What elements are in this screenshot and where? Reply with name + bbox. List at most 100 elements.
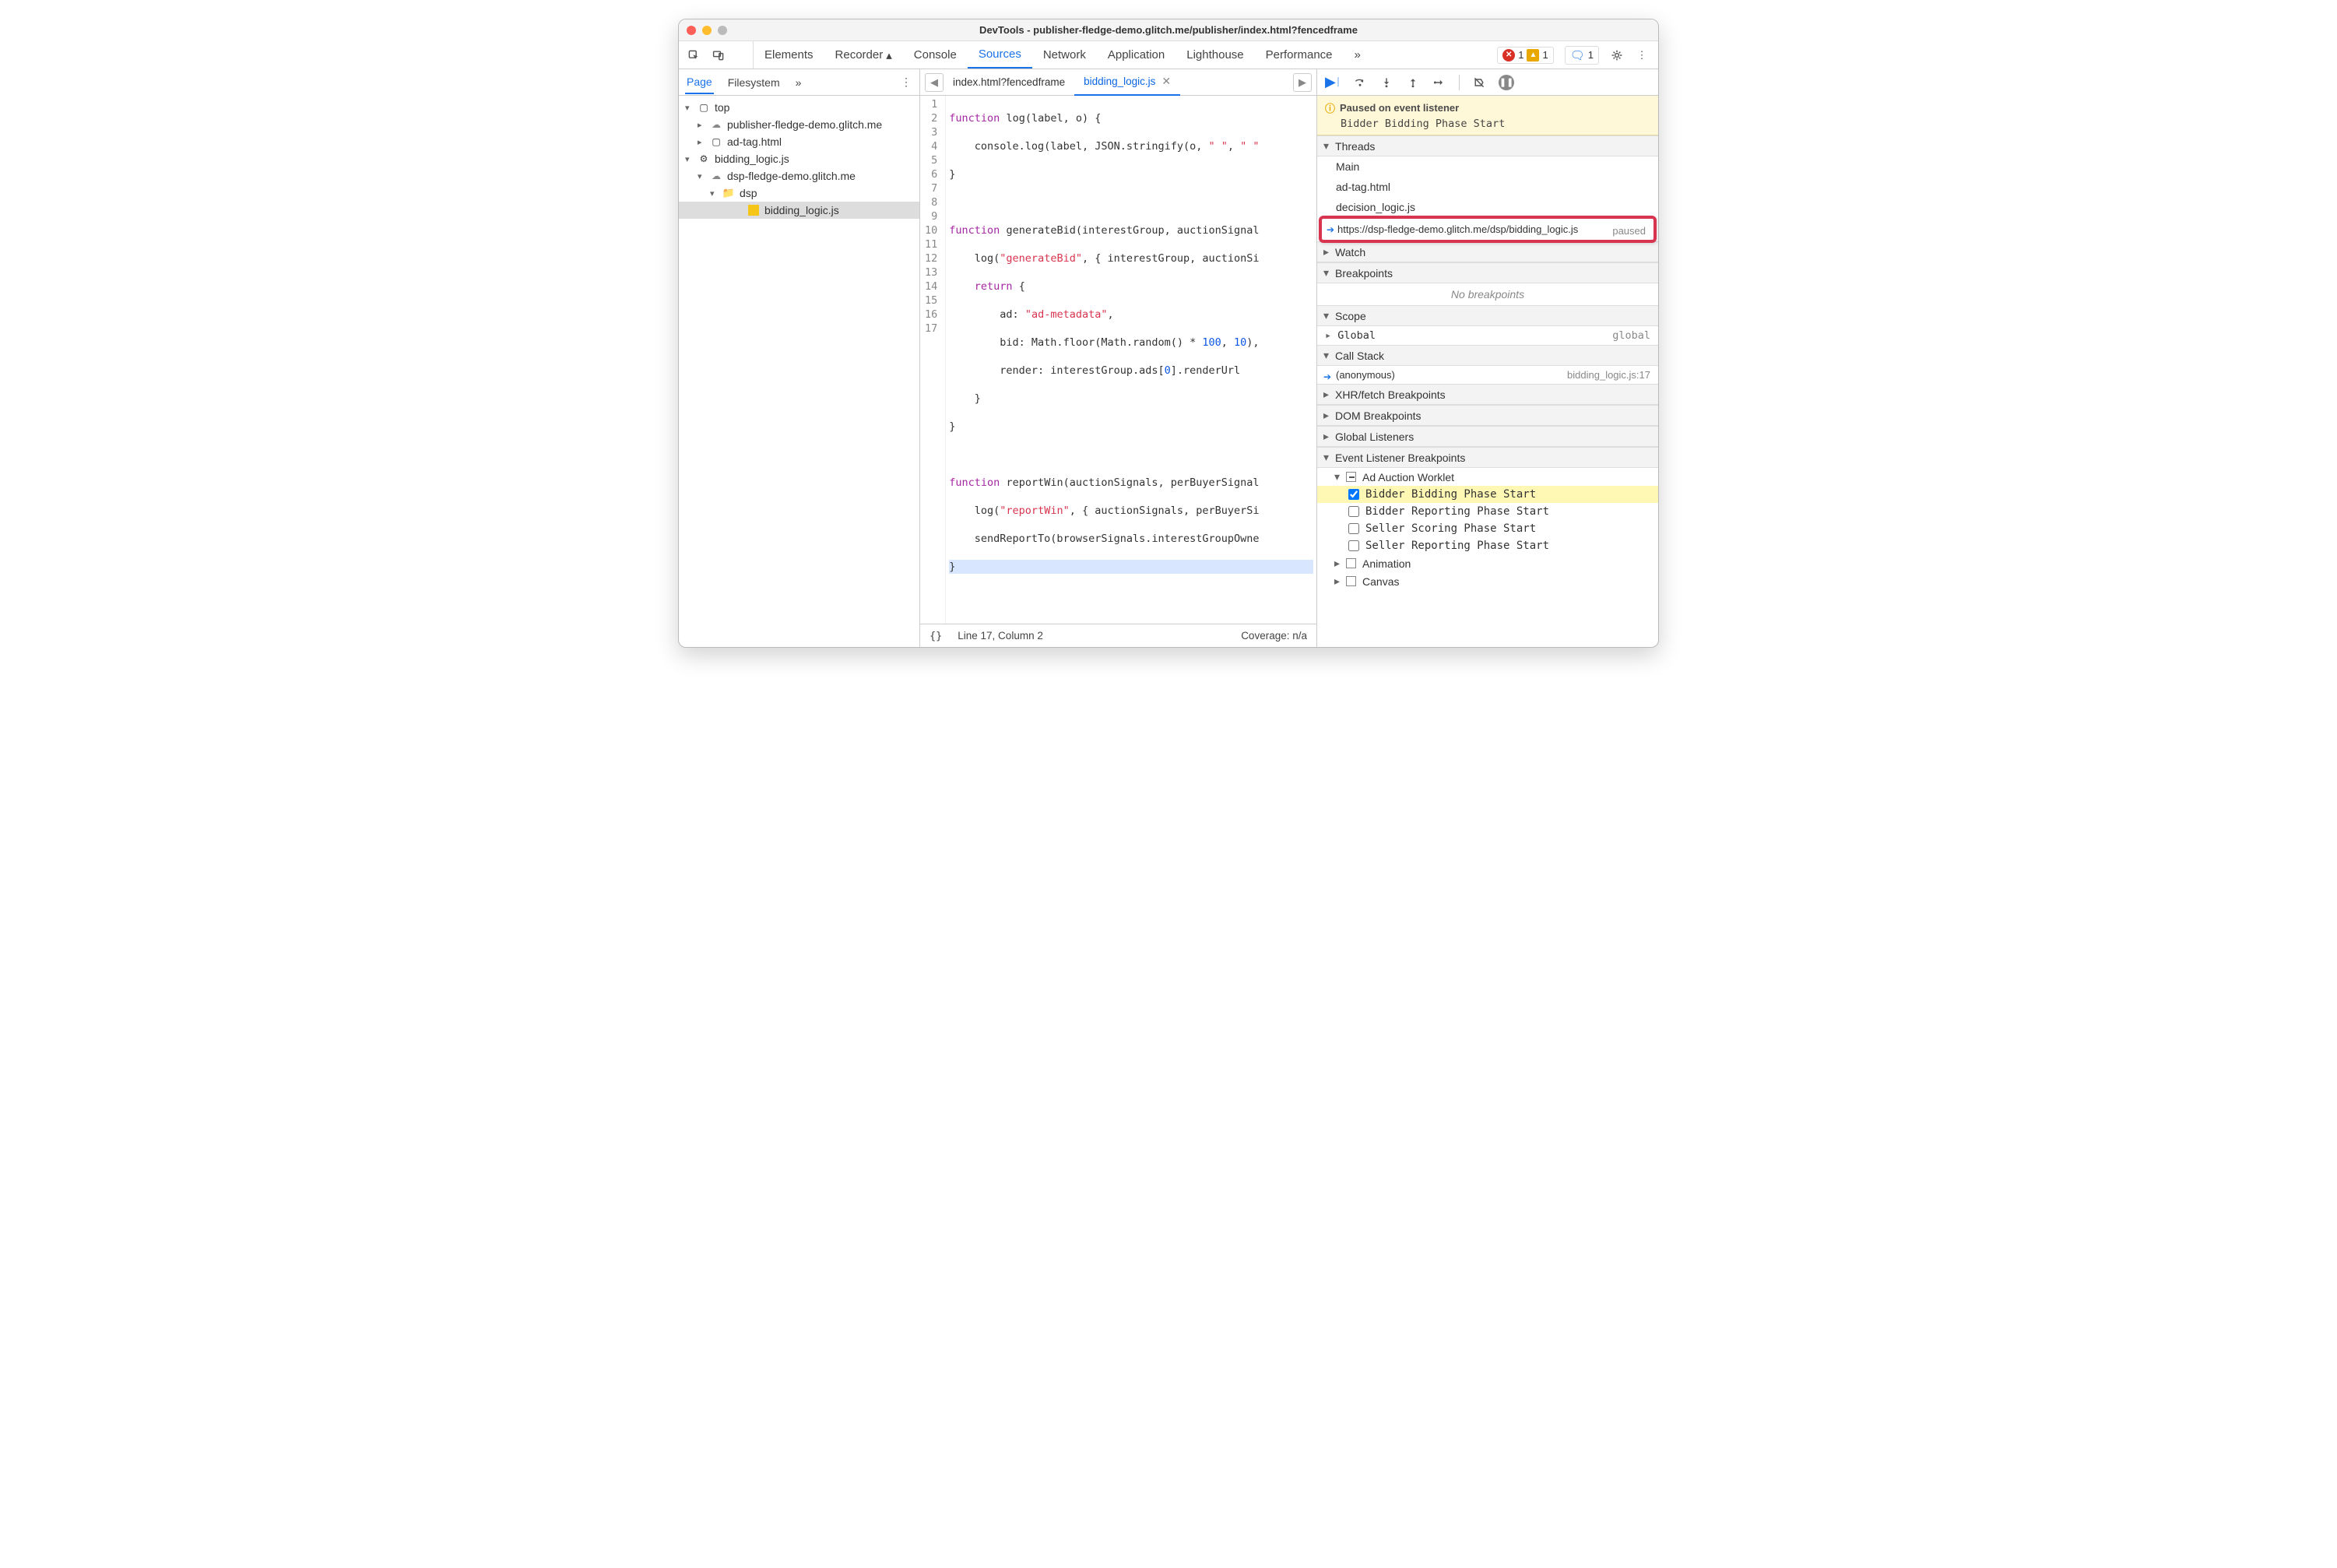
evcat-animation[interactable]: ▸Animation bbox=[1317, 554, 1658, 572]
messages-badge[interactable]: 🗨1 bbox=[1565, 46, 1599, 65]
issues-badge[interactable]: ✕1 ▲1 bbox=[1497, 47, 1553, 64]
main-toolbar: Elements Recorder ▴ Console Sources Netw… bbox=[679, 41, 1658, 69]
pretty-print-icon[interactable]: {} bbox=[930, 630, 942, 642]
js-file-icon bbox=[747, 204, 760, 216]
info-icon: ⓘ bbox=[1325, 100, 1335, 115]
tree-folder-dsp[interactable]: ▾📁dsp bbox=[679, 185, 919, 202]
thread-bidding-active[interactable]: ➔ https://dsp-fledge-demo.glitch.me/dsp/… bbox=[1319, 216, 1657, 243]
warning-icon: ▲ bbox=[1527, 49, 1539, 62]
window-controls bbox=[687, 26, 727, 35]
tab-recorder[interactable]: Recorder ▴ bbox=[824, 41, 903, 69]
tree-top[interactable]: ▾▢top bbox=[679, 99, 919, 116]
code-editor[interactable]: 1234567891011121314151617 function log(l… bbox=[920, 96, 1316, 624]
nav-next-icon[interactable]: ▶ bbox=[1294, 74, 1311, 91]
editor-tab-bidding[interactable]: bidding_logic.js✕ bbox=[1074, 69, 1180, 96]
tab-console[interactable]: Console bbox=[903, 41, 968, 69]
frame-icon: ▢ bbox=[698, 101, 710, 114]
section-xhr[interactable]: XHR/fetch Breakpoints bbox=[1317, 384, 1658, 405]
tree-file-bidding[interactable]: bidding_logic.js bbox=[679, 202, 919, 219]
file-tree: ▾▢top ▸☁publisher-fledge-demo.glitch.me … bbox=[679, 96, 919, 647]
editor-nav-next: ▶ bbox=[1293, 73, 1312, 92]
scope-global[interactable]: ▸ Global global bbox=[1317, 326, 1658, 345]
ev-bidder-bidding-start[interactable]: Bidder Bidding Phase Start bbox=[1317, 486, 1658, 503]
section-breakpoints[interactable]: Breakpoints bbox=[1317, 262, 1658, 283]
debugger-panel: ▶⏐ ❚❚ ⓘPaused on event listener Bidder B… bbox=[1317, 69, 1658, 647]
callstack-frame[interactable]: ➔ (anonymous) bidding_logic.js:17 bbox=[1317, 366, 1658, 384]
cloud-icon: ☁ bbox=[710, 118, 722, 131]
tree-worklet[interactable]: ▾⚙bidding_logic.js bbox=[679, 150, 919, 167]
tab-performance[interactable]: Performance bbox=[1255, 41, 1344, 69]
ev-seller-scoring-start[interactable]: Seller Scoring Phase Start bbox=[1317, 520, 1658, 537]
ev-bidder-reporting-start[interactable]: Bidder Reporting Phase Start bbox=[1317, 503, 1658, 520]
close-tab-icon[interactable]: ✕ bbox=[1161, 75, 1171, 88]
section-watch[interactable]: Watch bbox=[1317, 241, 1658, 262]
checkbox[interactable] bbox=[1348, 489, 1359, 500]
tab-sources[interactable]: Sources bbox=[968, 41, 1032, 69]
ev-seller-reporting-start[interactable]: Seller Reporting Phase Start bbox=[1317, 537, 1658, 554]
evcat-canvas[interactable]: ▸Canvas bbox=[1317, 572, 1658, 590]
cloud-icon: ☁ bbox=[710, 170, 722, 182]
current-frame-icon: ➔ bbox=[1323, 371, 1331, 382]
line-gutter: 1234567891011121314151617 bbox=[920, 96, 946, 624]
step-out-icon[interactable] bbox=[1406, 76, 1420, 90]
checkbox[interactable] bbox=[1348, 540, 1359, 551]
pause-detail: Bidder Bidding Phase Start bbox=[1325, 118, 1650, 130]
settings-icon[interactable] bbox=[1610, 48, 1624, 62]
inspect-icon[interactable] bbox=[687, 48, 701, 62]
tab-network[interactable]: Network bbox=[1032, 41, 1097, 69]
section-global[interactable]: Global Listeners bbox=[1317, 426, 1658, 447]
body-split: Page Filesystem » ⋮ ▾▢top ▸☁publisher-fl… bbox=[679, 69, 1658, 647]
tree-origin-publisher[interactable]: ▸☁publisher-fledge-demo.glitch.me bbox=[679, 116, 919, 133]
section-scope[interactable]: Scope bbox=[1317, 305, 1658, 326]
zoom-icon[interactable] bbox=[718, 26, 727, 35]
kebab-icon[interactable]: ⋮ bbox=[1635, 48, 1649, 62]
current-thread-icon: ➔ bbox=[1327, 224, 1334, 235]
device-icon[interactable] bbox=[712, 48, 726, 62]
step-into-icon[interactable] bbox=[1379, 76, 1393, 90]
section-event-listener-bp[interactable]: Event Listener Breakpoints bbox=[1317, 447, 1658, 468]
coverage-status: Coverage: n/a bbox=[1241, 630, 1307, 642]
frame-icon: ▢ bbox=[710, 135, 722, 148]
step-icon[interactable] bbox=[1432, 76, 1446, 90]
deactivate-breakpoints-icon[interactable] bbox=[1472, 76, 1486, 90]
cursor-location: Line 17, Column 2 bbox=[958, 630, 1043, 642]
evcat-ad-auction[interactable]: ▾Ad Auction Worklet bbox=[1317, 468, 1658, 486]
tab-application[interactable]: Application bbox=[1097, 41, 1176, 69]
nav-prev-icon[interactable]: ◀ bbox=[926, 74, 943, 91]
step-over-icon[interactable] bbox=[1353, 76, 1367, 90]
checkbox[interactable] bbox=[1348, 523, 1359, 534]
nav-tab-page[interactable]: Page bbox=[685, 71, 714, 94]
editor-nav-buttons: ◀ bbox=[925, 73, 944, 92]
section-callstack[interactable]: Call Stack bbox=[1317, 345, 1658, 366]
navigator-tabs: Page Filesystem » ⋮ bbox=[679, 69, 919, 96]
editor-statusbar: {} Line 17, Column 2 Coverage: n/a bbox=[920, 624, 1316, 647]
section-dom[interactable]: DOM Breakpoints bbox=[1317, 405, 1658, 426]
nav-tab-filesystem[interactable]: Filesystem bbox=[726, 72, 782, 93]
pause-on-exceptions-icon[interactable]: ❚❚ bbox=[1499, 75, 1514, 90]
close-icon[interactable] bbox=[687, 26, 696, 35]
thread-decision[interactable]: decision_logic.js bbox=[1317, 197, 1658, 217]
editor-tab-index[interactable]: index.html?fencedframe bbox=[944, 70, 1074, 94]
tab-lighthouse[interactable]: Lighthouse bbox=[1176, 41, 1254, 69]
tree-origin-dsp[interactable]: ▾☁dsp-fledge-demo.glitch.me bbox=[679, 167, 919, 185]
tab-elements[interactable]: Elements bbox=[754, 41, 824, 69]
no-breakpoints-msg: No breakpoints bbox=[1317, 283, 1658, 305]
devtools-window: DevTools - publisher-fledge-demo.glitch.… bbox=[678, 19, 1659, 648]
titlebar: DevTools - publisher-fledge-demo.glitch.… bbox=[679, 19, 1658, 41]
thread-main[interactable]: Main bbox=[1317, 156, 1658, 177]
resume-icon[interactable]: ▶⏐ bbox=[1325, 74, 1341, 90]
nav-kebab-icon[interactable]: ⋮ bbox=[899, 76, 913, 90]
thread-state: paused bbox=[1612, 225, 1646, 237]
section-threads[interactable]: Threads bbox=[1317, 135, 1658, 156]
minimize-icon[interactable] bbox=[702, 26, 712, 35]
tree-frame-adtag[interactable]: ▸▢ad-tag.html bbox=[679, 133, 919, 150]
thread-adtag[interactable]: ad-tag.html bbox=[1317, 177, 1658, 197]
debug-toolbar: ▶⏐ ❚❚ bbox=[1317, 69, 1658, 96]
pause-banner: ⓘPaused on event listener Bidder Bidding… bbox=[1317, 96, 1658, 135]
error-icon: ✕ bbox=[1502, 49, 1515, 62]
tabs-overflow-icon[interactable]: » bbox=[1344, 41, 1372, 69]
nav-tab-overflow-icon[interactable]: » bbox=[794, 72, 803, 93]
code-content: function log(label, o) { console.log(lab… bbox=[946, 96, 1316, 624]
editor-panel: ◀ index.html?fencedframe bidding_logic.j… bbox=[920, 69, 1317, 647]
checkbox[interactable] bbox=[1348, 506, 1359, 517]
